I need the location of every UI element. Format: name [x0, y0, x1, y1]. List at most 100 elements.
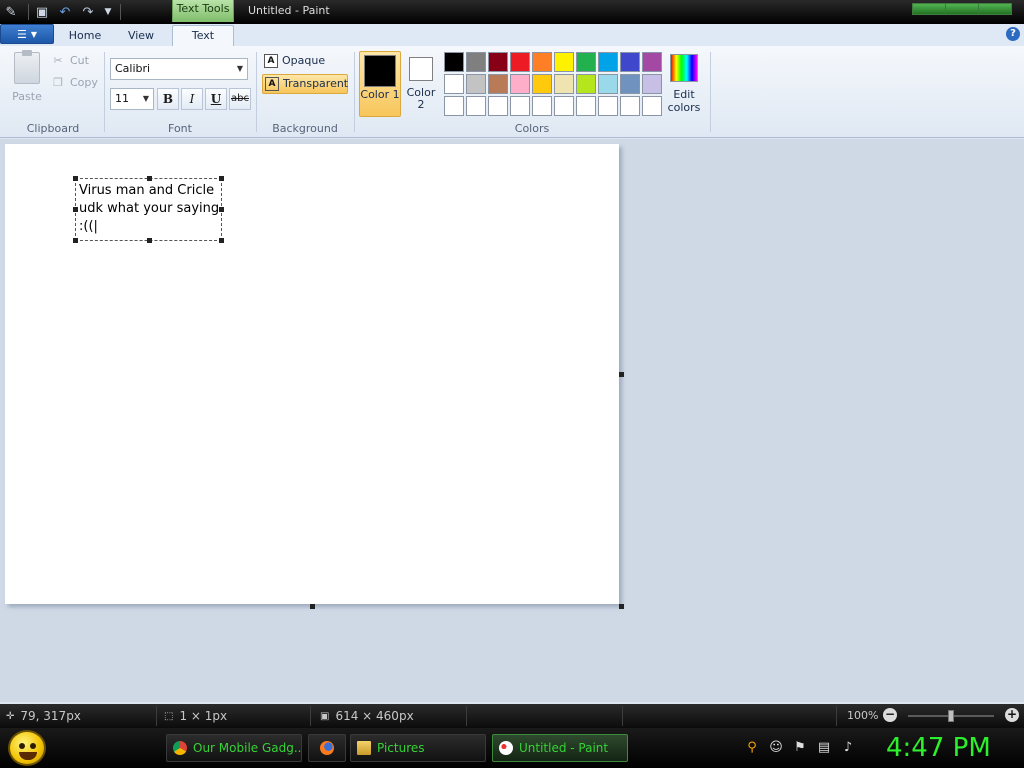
- edit-colors-button[interactable]: Edit colors: [666, 52, 702, 118]
- title-bar: ✎ ▣ ↶ ↷ ▼ Text Tools Untitled - Paint: [0, 0, 1024, 24]
- palette-swatch[interactable]: [444, 74, 464, 94]
- taskbar-clock[interactable]: 4:47 PM: [886, 732, 991, 764]
- palette-swatch[interactable]: [488, 96, 508, 116]
- zoom-in-button[interactable]: +: [1005, 708, 1019, 722]
- palette-swatch[interactable]: [532, 52, 552, 72]
- palette-swatch[interactable]: [554, 96, 574, 116]
- paint-icon: [499, 741, 513, 755]
- font-family-dropdown[interactable]: Calibri ▼: [110, 58, 248, 80]
- canvas-resize-handle-corner[interactable]: [619, 604, 624, 609]
- strikethrough-button[interactable]: abc: [229, 88, 251, 110]
- palette-swatch[interactable]: [642, 74, 662, 94]
- palette-swatch[interactable]: [620, 74, 640, 94]
- clipboard-icon: [14, 50, 40, 84]
- palette-swatch[interactable]: [510, 74, 530, 94]
- text-box-content[interactable]: Virus man and Cricle udk what your sayin…: [79, 182, 223, 236]
- palette-swatch[interactable]: [466, 52, 486, 72]
- palette-swatch[interactable]: [444, 96, 464, 116]
- drawing-canvas[interactable]: Virus man and Cricle udk what your sayin…: [5, 144, 619, 604]
- palette-swatch[interactable]: [620, 52, 640, 72]
- palette-swatch[interactable]: [554, 52, 574, 72]
- palette-swatch[interactable]: [510, 52, 530, 72]
- save-icon[interactable]: ▣: [33, 3, 51, 21]
- color-palette: [444, 52, 664, 116]
- palette-swatch[interactable]: [576, 74, 596, 94]
- palette-swatch[interactable]: [554, 74, 574, 94]
- canvas-size-icon: ▣: [320, 710, 330, 722]
- palette-swatch[interactable]: [488, 74, 508, 94]
- canvas-size-value: 614 × 460px: [335, 709, 414, 723]
- taskbar-item-chrome[interactable]: Our Mobile Gadg...: [166, 734, 302, 762]
- taskbar-item-pictures[interactable]: Pictures: [350, 734, 486, 762]
- color1-button[interactable]: Color 1: [359, 51, 401, 117]
- window-controls: [912, 3, 1012, 15]
- tab-view[interactable]: View: [115, 26, 167, 46]
- paint-menu-button[interactable]: ☰ ▼: [0, 24, 54, 44]
- font-size-dropdown[interactable]: 11 ▼: [110, 88, 154, 110]
- network-icon[interactable]: ▤: [816, 740, 832, 756]
- resize-handle[interactable]: [147, 238, 152, 243]
- palette-swatch[interactable]: [598, 52, 618, 72]
- text-box[interactable]: Virus man and Cricle udk what your sayin…: [73, 176, 224, 243]
- palette-swatch[interactable]: [532, 74, 552, 94]
- resize-handle[interactable]: [73, 238, 78, 243]
- underline-button[interactable]: U: [205, 88, 227, 110]
- undo-icon[interactable]: ↶: [56, 3, 74, 21]
- maximize-button[interactable]: [946, 4, 979, 14]
- paint-app-icon[interactable]: ✎: [2, 3, 20, 21]
- palette-swatch[interactable]: [466, 96, 486, 116]
- search-icon[interactable]: ⚲: [744, 740, 760, 756]
- cut-button[interactable]: ✂ Cut: [52, 54, 89, 67]
- palette-swatch[interactable]: [466, 74, 486, 94]
- status-separator: [156, 706, 157, 726]
- palette-swatch[interactable]: [598, 74, 618, 94]
- action-center-flag-icon[interactable]: ⚑: [792, 740, 808, 756]
- palette-swatch[interactable]: [444, 52, 464, 72]
- copy-button[interactable]: ❐ Copy: [52, 76, 98, 89]
- italic-button[interactable]: I: [181, 88, 203, 110]
- bold-button[interactable]: B: [157, 88, 179, 110]
- color1-label: Color 1: [360, 88, 400, 101]
- resize-handle[interactable]: [219, 176, 224, 181]
- palette-swatch[interactable]: [576, 96, 596, 116]
- zoom-slider-thumb[interactable]: [948, 710, 954, 722]
- canvas-area[interactable]: Virus man and Cricle udk what your sayin…: [0, 139, 1024, 702]
- customize-qat-icon[interactable]: ▼: [99, 3, 117, 21]
- canvas-resize-handle-bottom[interactable]: [310, 604, 315, 609]
- palette-swatch[interactable]: [598, 96, 618, 116]
- tab-text[interactable]: Text: [172, 25, 234, 47]
- palette-swatch[interactable]: [620, 96, 640, 116]
- transparent-button[interactable]: A Transparent: [262, 74, 348, 94]
- resize-handle[interactable]: [219, 238, 224, 243]
- palette-swatch[interactable]: [642, 96, 662, 116]
- group-separator: [354, 52, 355, 132]
- taskbar-item-paint[interactable]: Untitled - Paint: [492, 734, 628, 762]
- help-icon[interactable]: ?: [1006, 27, 1020, 41]
- palette-swatch[interactable]: [532, 96, 552, 116]
- close-button[interactable]: [979, 4, 1011, 14]
- zoom-out-button[interactable]: −: [883, 708, 897, 722]
- palette-swatch[interactable]: [576, 52, 596, 72]
- volume-icon[interactable]: ♪: [840, 740, 856, 756]
- palette-swatch[interactable]: [488, 52, 508, 72]
- redo-icon[interactable]: ↷: [79, 3, 97, 21]
- taskbar-item-firefox[interactable]: [308, 734, 346, 762]
- color-spectrum-icon: [670, 54, 698, 82]
- font-size-value: 11: [115, 92, 129, 105]
- canvas-resize-handle-right[interactable]: [619, 372, 624, 377]
- minimize-button[interactable]: [913, 4, 946, 14]
- palette-swatch[interactable]: [510, 96, 530, 116]
- messenger-icon[interactable]: ☺: [768, 740, 784, 756]
- palette-swatch[interactable]: [642, 52, 662, 72]
- start-button[interactable]: [8, 730, 46, 766]
- resize-handle[interactable]: [147, 176, 152, 181]
- status-separator: [466, 706, 467, 726]
- resize-handle[interactable]: [73, 176, 78, 181]
- chevron-down-icon: ▼: [30, 29, 38, 39]
- tab-home[interactable]: Home: [58, 26, 112, 46]
- resize-handle[interactable]: [219, 207, 224, 212]
- resize-handle[interactable]: [73, 207, 78, 212]
- paste-button[interactable]: Paste: [8, 50, 46, 110]
- opaque-button[interactable]: A Opaque: [262, 52, 348, 72]
- color2-button[interactable]: Color 2: [404, 51, 438, 117]
